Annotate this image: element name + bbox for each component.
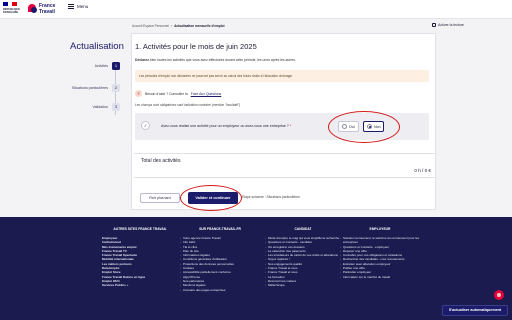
- republique-francaise-logo[interactable]: RÉPUBLIQUE FRANÇAISE: [3, 2, 21, 17]
- footer-col-title: SUR FRANCE-TRAVAIL.FR: [199, 227, 241, 231]
- question-text: Avez-vous réalisé une activité pour un e…: [161, 124, 291, 128]
- listen-label: Activer la lecture: [438, 23, 464, 27]
- footer-col-sur-site: SUR FRANCE-TRAVAIL.FR Votre agence Franc…: [180, 227, 260, 292]
- brand-name: France Travail: [39, 3, 56, 15]
- step-validation[interactable]: Validation 3: [40, 103, 120, 111]
- required-mark: *: [289, 124, 292, 128]
- total-label: Total des activités: [141, 158, 181, 164]
- warning-alert: Les périodes d'emploi non déclarées ne p…: [135, 70, 429, 82]
- declare-text: bien toutes les activités que vous avez …: [148, 58, 296, 62]
- declare-prefix: Déclarez: [135, 58, 149, 62]
- step-number: 1: [112, 62, 120, 70]
- declare-instruction: Déclarez bien toutes les activités que v…: [135, 58, 296, 62]
- flag-icon: [3, 2, 18, 6]
- page-title: 1. Activités pour le mois de juin 2025: [135, 42, 257, 51]
- total-value: 0 h / 0 €: [414, 168, 431, 173]
- footer-col-title: EMPLOYEUR: [369, 227, 391, 231]
- footer-link[interactable]: Information sur le marché du travail: [340, 275, 420, 279]
- gov-logo-text: RÉPUBLIQUE FRANÇAISE: [3, 8, 21, 14]
- france-travail-logo[interactable]: France Travail: [28, 2, 58, 17]
- breadcrumb-separator: ›: [171, 24, 173, 28]
- footer-link[interactable]: MétierScope: [265, 283, 341, 287]
- next-step-text: Étape suivante : Situations particulière…: [242, 195, 300, 199]
- breadcrumb: Accueil Espace Personnel › Actualisation…: [132, 24, 224, 28]
- cookie-settings-icon[interactable]: [494, 290, 504, 300]
- required-fields-note: Les champs sont obligatoires sauf indica…: [135, 103, 241, 107]
- step-label: Validation: [92, 105, 108, 109]
- help-line: ? Besoin d'aide ? Consultez la Foire Aux…: [135, 90, 221, 97]
- validate-continue-button[interactable]: Valider et continuer: [188, 192, 238, 204]
- footer-col-title: CANDIDAT: [294, 227, 312, 231]
- hamburger-icon: [68, 4, 74, 9]
- footer-link[interactable]: Annuaire des pages entreprises: [180, 288, 260, 292]
- site-footer: AUTRES SITES FRANCE TRAVAIL Employeur In…: [0, 217, 512, 320]
- brand-swoosh-dot: [31, 7, 37, 13]
- question-label: Avez-vous réalisé une activité pour un e…: [161, 124, 289, 128]
- step-label: Activités: [94, 64, 108, 68]
- breadcrumb-item-home[interactable]: Accueil Espace Personnel: [132, 24, 169, 28]
- annotation-circle-radio: [328, 111, 400, 143]
- footer-links: Mode d'emploi, le mag qui vous simplifie…: [265, 236, 341, 288]
- footer-col-title: AUTRES SITES FRANCE TRAVAIL: [113, 227, 167, 231]
- footer-col-autres-sites: AUTRES SITES FRANCE TRAVAIL Employeur In…: [100, 227, 180, 288]
- footer-links: Votre agence France Travail Info trafic …: [180, 236, 260, 292]
- checklist-icon: ✓: [141, 121, 150, 130]
- faq-link[interactable]: Foire Aux Questions: [191, 92, 222, 96]
- footer-links: Solution recrutement, le webzine du recr…: [340, 236, 420, 279]
- step-activites[interactable]: Activités 1: [40, 62, 120, 70]
- help-text: Besoin d'aide ? Consultez la: [145, 91, 188, 96]
- help-icon: ?: [135, 90, 142, 97]
- footer-link[interactable]: Solution recrutement, le webzine du recr…: [340, 236, 420, 245]
- speaker-icon: [432, 23, 436, 27]
- footer-link[interactable]: Services Publics +: [100, 283, 180, 287]
- step-situations[interactable]: Situations particulières 2: [40, 84, 120, 92]
- finish-later-button[interactable]: Finir plus tard: [140, 193, 180, 203]
- footer-col-candidat: CANDIDAT Mode d'emploi, le mag qui vous …: [265, 227, 341, 288]
- breadcrumb-item-current: Actualisation mensuelle d'emploi: [174, 24, 225, 28]
- step-label: Situations particulières: [71, 86, 108, 90]
- menu-label: Menu: [77, 4, 89, 9]
- footer-col-employeur: EMPLOYEUR Solution recrutement, le webzi…: [340, 227, 420, 279]
- step-number: 2: [112, 84, 120, 92]
- total-activities: Total des activités 0 h / 0 €: [134, 153, 436, 178]
- top-header: RÉPUBLIQUE FRANÇAISE France Travail Menu: [0, 0, 512, 19]
- listen-button[interactable]: Activer la lecture: [432, 23, 464, 27]
- step-number: 3: [112, 103, 120, 111]
- sidebar-title: Actualisation: [70, 41, 124, 52]
- menu-button[interactable]: Menu: [68, 4, 88, 9]
- footer-links: Employeur Institutionnel Mes événements …: [100, 236, 180, 288]
- auto-update-button[interactable]: S'actualiser automatiquement: [442, 305, 508, 316]
